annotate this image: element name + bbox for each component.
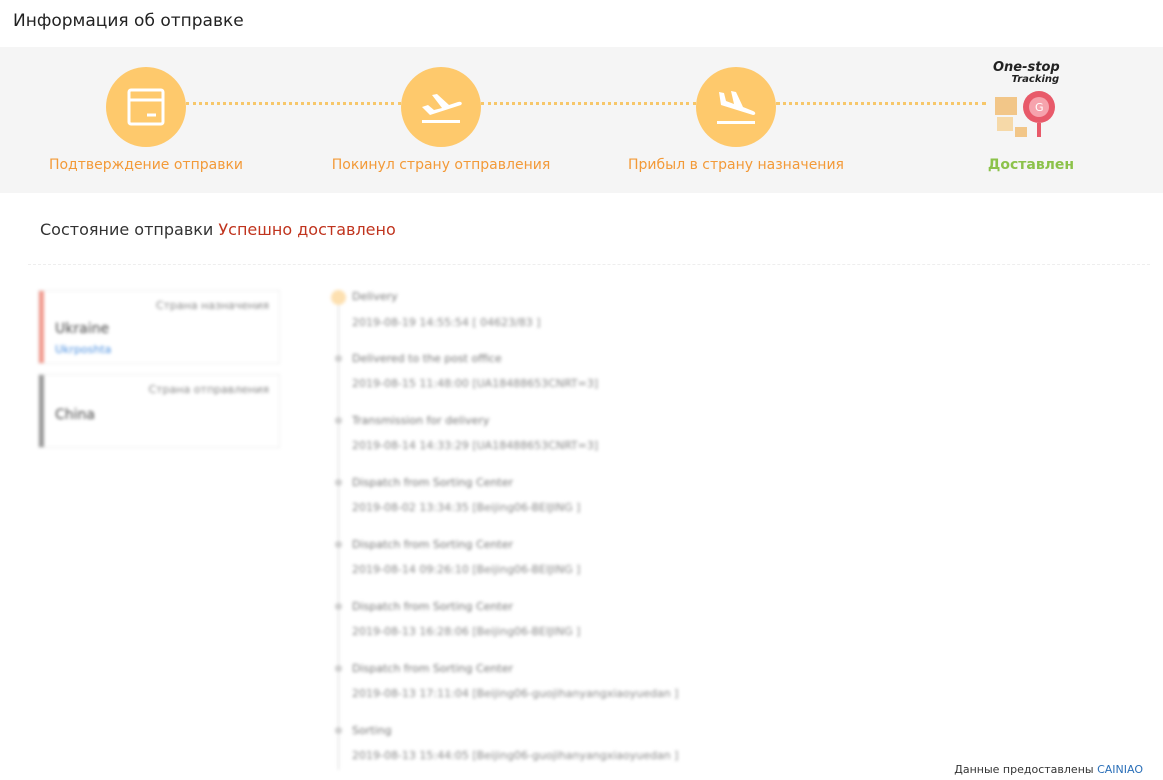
event-time: 2019-08-14 14:33:29 [UA18488653CNRT=3] [352,439,599,452]
event-description: Delivered to the post office [352,352,502,365]
country-name: China [55,407,95,423]
timeline-dot [335,727,342,734]
event-description: Sorting [352,724,392,737]
carrier-link[interactable]: Ukrposhta [55,343,111,356]
step-confirmed: Подтверждение отправки [26,67,266,173]
step-delivered: One-stop Tracking G Доставлен [911,61,1151,173]
event-time: 2019-08-13 15:44:05 [Beijing06-guojihany… [352,749,679,762]
card-accent-bar [39,375,44,447]
page-title: Информация об отправке [13,11,244,31]
country-role: Страна назначения [155,299,269,312]
step-arrived: Прибыл в страну назначения [616,67,856,173]
country-name: Ukraine [55,321,110,337]
timeline-dot [335,479,342,486]
step-departed: Покинул страну отправления [321,67,561,173]
event-time: 2019-08-13 17:11:04 [Beijing06-guojihany… [352,687,679,700]
event-time: 2019-08-14 09:26:10 [Beijing06-BEIJING ] [352,563,581,576]
event-description: Transmission for delivery [352,414,490,427]
timeline-dot [335,355,342,362]
step-label: Прибыл в страну назначения [628,157,844,173]
progress-tracker: Подтверждение отправки Покинул страну от… [0,47,1163,193]
step-label: Доставлен [987,157,1075,173]
plane-arrival-icon [696,67,776,147]
origin-country-card: Страна отправления China [38,374,280,448]
package-icon [106,67,186,147]
one-stop-tracking-logo: One-stop Tracking G [991,61,1071,147]
status-label: Состояние отправки [40,220,214,239]
svg-text:G: G [1035,101,1044,114]
divider [28,264,1150,265]
step-label: Подтверждение отправки [48,157,244,173]
event-description: Dispatch from Sorting Center [352,476,513,489]
event-time: 2019-08-13 16:28:06 [Beijing06-BEIJING ] [352,625,581,638]
event-time: 2019-08-19 14:55:54 [ 04623/83 ] [352,316,541,329]
destination-country-card: Страна назначения Ukraine Ukrposhta [38,290,280,364]
event-description: Dispatch from Sorting Center [352,538,513,551]
event-description: Delivery [352,290,398,303]
timeline-dot [335,665,342,672]
step-label: Покинул страну отправления [331,157,551,173]
event-time: 2019-08-02 13:34:35 [Beijing06-BEIJING ] [352,501,581,514]
data-source-credit: Данные предоставлены CAINIAO [954,763,1143,776]
event-time: 2019-08-15 11:48:00 [UA18488653CNRT=3] [352,377,599,390]
timeline-dot [335,541,342,548]
timeline-line [338,300,339,770]
plane-departure-icon [401,67,481,147]
credit-text: Данные предоставлены [954,763,1094,776]
credit-source-link[interactable]: CAINIAO [1097,763,1143,776]
card-accent-bar [39,291,44,363]
status-value: Успешно доставлено [218,220,396,239]
shipment-status: Состояние отправки Успешно доставлено [40,220,396,239]
country-role: Страна отправления [148,383,269,396]
timeline-dot [335,603,342,610]
timeline-dot [331,290,346,305]
event-description: Dispatch from Sorting Center [352,662,513,675]
event-description: Dispatch from Sorting Center [352,600,513,613]
timeline-dot [335,417,342,424]
